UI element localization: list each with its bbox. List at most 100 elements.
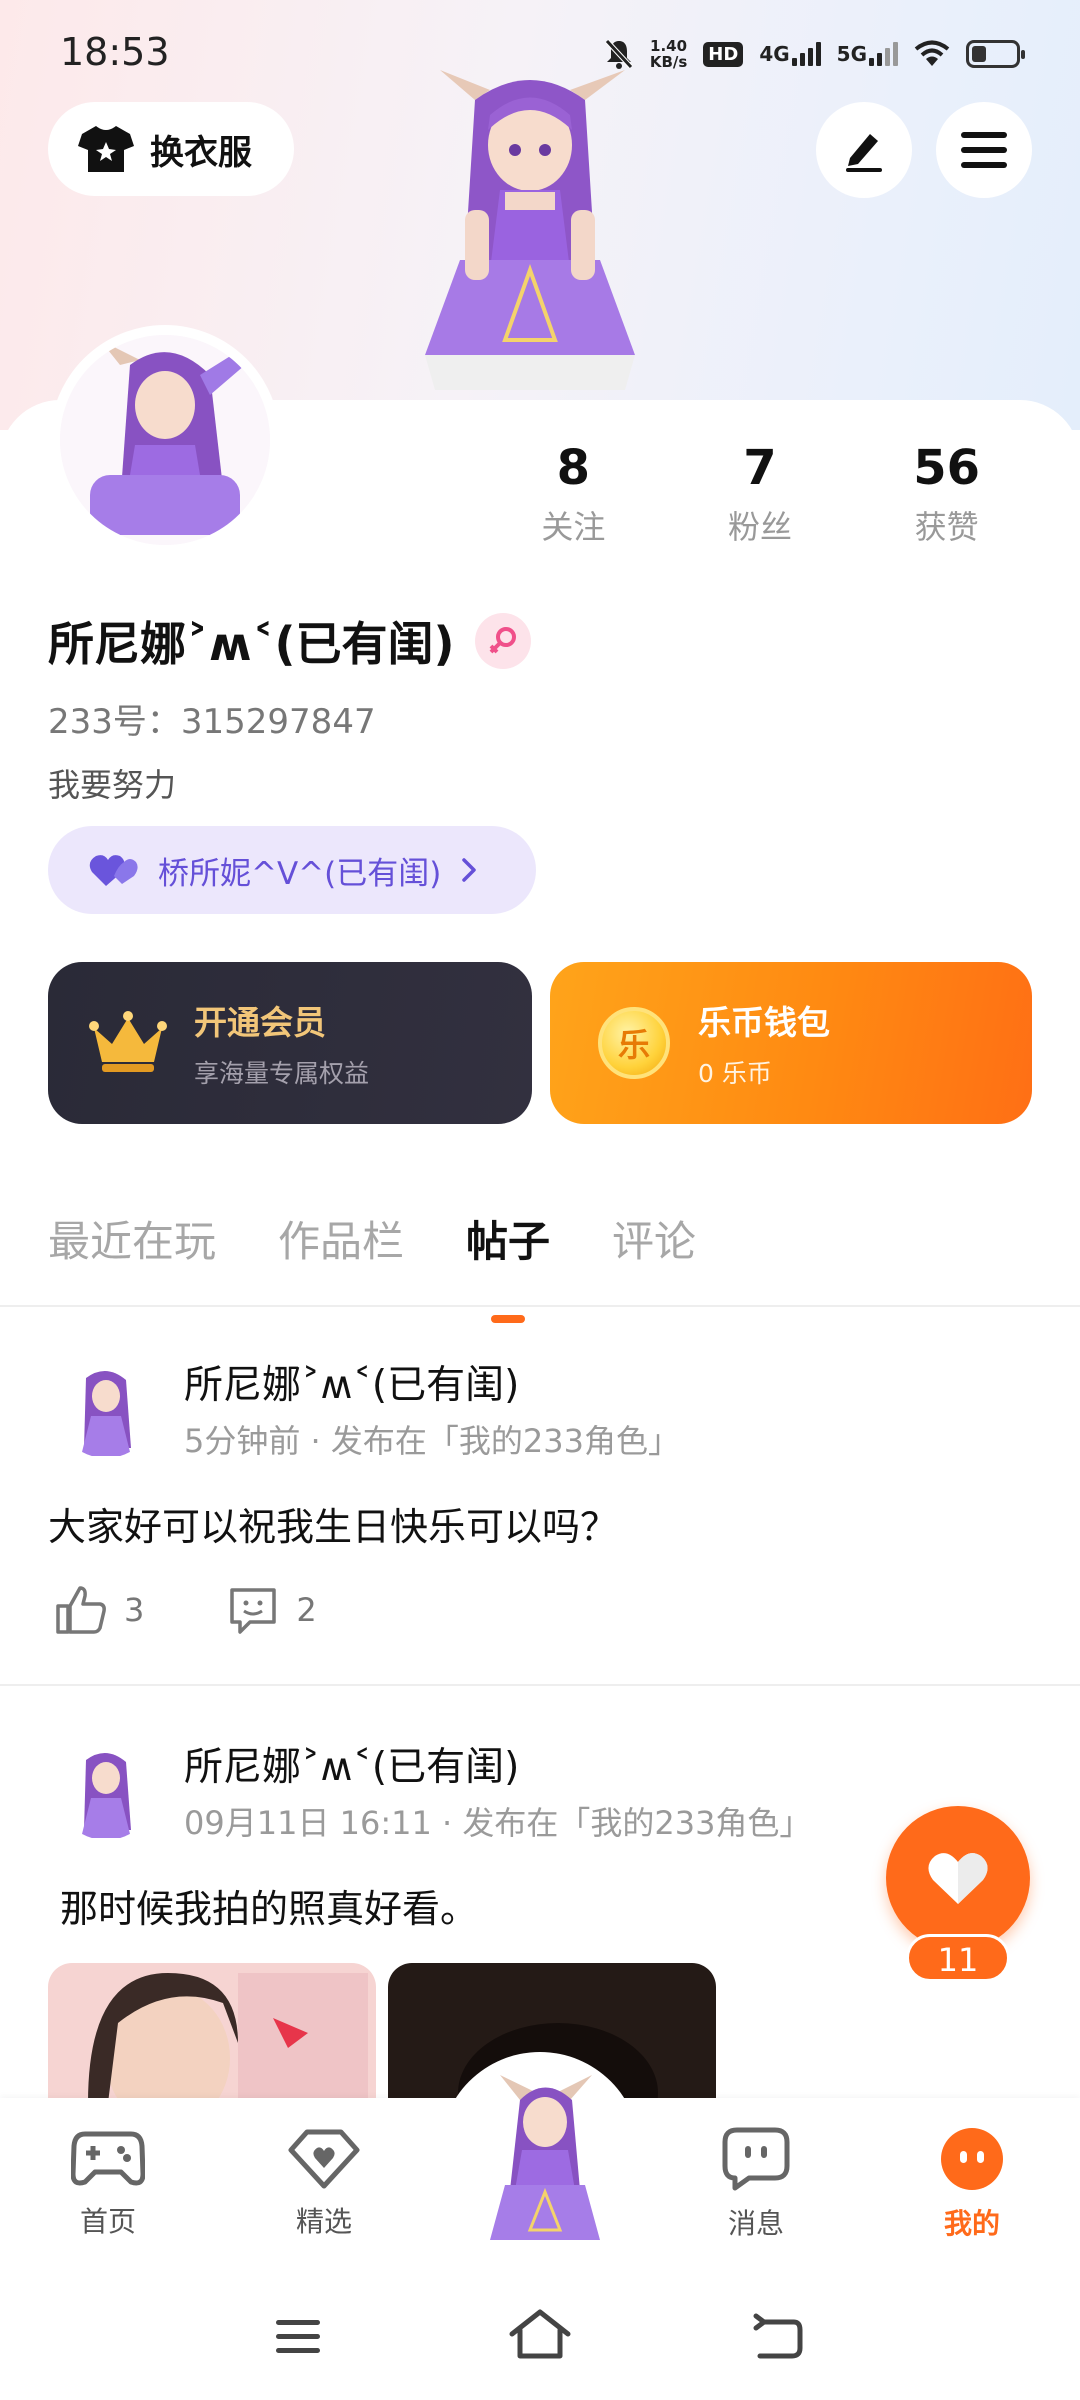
double-heart-icon (89, 855, 138, 886)
stat-fans-label: 粉丝 (728, 508, 793, 546)
female-gender-badge (474, 613, 531, 669)
relationship-pill[interactable]: 桥所妮^V^(已有闺) (48, 826, 536, 914)
mute-bell-icon (604, 39, 633, 69)
active-tab-indicator (491, 1315, 526, 1323)
post-author-name: 所尼娜˃ʍ˂(已有闺) (184, 1363, 520, 1408)
nav-messages-label: 消息 (727, 2207, 784, 2240)
post-author-row[interactable]: 所尼娜˃ʍ˂(已有闺) 5分钟前 · 发布在「我的233角色」 (56, 1354, 680, 1462)
comment-count: 2 (296, 1591, 317, 1629)
signal-4g: 4G (759, 42, 821, 66)
stat-likes-label: 获赞 (914, 508, 979, 546)
shirt-icon (78, 126, 134, 172)
wallet-card[interactable]: 乐 乐币钱包 0 乐币 (550, 962, 1032, 1124)
stat-likes-count: 56 (913, 440, 981, 496)
stat-following-count: 8 (556, 440, 591, 496)
post-meta: 所尼娜˃ʍ˂(已有闺) 5分钟前 · 发布在「我的233角色」 (184, 1354, 680, 1462)
edit-profile-button[interactable] (816, 102, 912, 198)
nav-center-avatar[interactable] (480, 2070, 610, 2250)
hero-character-avatar[interactable] (380, 70, 680, 400)
stat-fans[interactable]: 7 粉丝 (667, 440, 854, 548)
change-outfit-button[interactable]: 换衣服 (48, 102, 294, 196)
wallet-balance: 0 乐币 (698, 1059, 772, 1088)
nav-me[interactable]: 我的 (912, 2126, 1032, 2242)
comment-icon[interactable] (226, 1584, 280, 1636)
signal-5g-label: 5G (836, 42, 867, 66)
wifi-icon (914, 40, 950, 66)
crown-icon (89, 1011, 167, 1072)
avatar-image (60, 335, 270, 545)
home-icon[interactable] (508, 2308, 572, 2360)
system-navigation-bar (0, 2278, 1080, 2400)
profile-tabs: 最近在玩 作品栏 帖子 评论 (48, 1208, 696, 1323)
hamburger-menu-icon (961, 132, 1007, 168)
relationship-label: 桥所妮^V^(已有闺) (158, 855, 442, 892)
post-author-row[interactable]: 所尼娜˃ʍ˂(已有闺) 09月11日 16:11 · 发布在「我的233角色」 (56, 1736, 811, 1844)
stat-following[interactable]: 8 关注 (480, 440, 667, 548)
tab-works[interactable]: 作品栏 (278, 1208, 404, 1269)
recent-apps-icon[interactable] (274, 2316, 322, 2356)
like-fab-button[interactable] (886, 1806, 1030, 1950)
face-icon (941, 2128, 1003, 2190)
like-count: 3 (124, 1591, 145, 1629)
stat-fans-count: 7 (743, 440, 777, 496)
post-content[interactable]: 大家好可以祝我生日快乐可以吗？ (48, 1496, 618, 1551)
nav-me-label: 我的 (943, 2207, 1000, 2240)
user-bio: 我要努力 (48, 766, 177, 804)
post-photo[interactable] (48, 1963, 376, 2103)
post-timestamp: 5分钟前 · 发布在「我的233角色」 (184, 1422, 680, 1460)
heart-icon (928, 1853, 988, 1904)
vip-membership-card[interactable]: 开通会员 享海量专属权益 (48, 962, 532, 1124)
nav-home[interactable]: 首页 (48, 2126, 168, 2240)
profile-stats: 8 关注 7 粉丝 56 获赞 (480, 440, 1040, 548)
network-speed: 1.40 KB/s (650, 38, 687, 70)
gamepad-icon (70, 2131, 146, 2186)
back-icon[interactable] (752, 2312, 804, 2360)
post-author-name: 所尼娜˃ʍ˂(已有闺) (184, 1745, 520, 1790)
tab-recently-played[interactable]: 最近在玩 (48, 1208, 216, 1269)
chevron-right-icon (462, 858, 477, 882)
post-author-avatar[interactable] (56, 1740, 156, 1840)
tabs-divider (0, 1305, 1080, 1307)
tab-posts-label: 帖子 (466, 1217, 551, 1266)
signal-bars-icon (791, 42, 821, 66)
post-timestamp: 09月11日 16:11 · 发布在「我的233角色」 (184, 1804, 812, 1842)
heart-shield-icon (288, 2129, 360, 2189)
username-row: 所尼娜˃ʍ˂(已有闺) (48, 608, 531, 674)
net-speed-value: 1.40 (650, 37, 688, 55)
nav-home-label: 首页 (79, 2205, 136, 2238)
battery-icon (966, 40, 1025, 68)
tab-comments[interactable]: 评论 (612, 1208, 696, 1269)
post-meta: 所尼娜˃ʍ˂(已有闺) 09月11日 16:11 · 发布在「我的233角色」 (184, 1736, 811, 1844)
change-outfit-label: 换衣服 (150, 132, 252, 173)
pen-icon (846, 134, 882, 172)
thumbs-up-icon[interactable] (54, 1584, 108, 1636)
vip-text: 开通会员 享海量专属权益 (194, 996, 369, 1090)
username: 所尼娜˃ʍ˂(已有闺) (48, 617, 455, 671)
like-fab-count: 11 (906, 1934, 1010, 1982)
vip-subtitle: 享海量专属权益 (194, 1059, 370, 1088)
signal-5g: 5G (837, 42, 898, 66)
chat-bubble-icon (722, 2127, 790, 2191)
post-actions: 3 2 (54, 1584, 317, 1636)
stat-likes[interactable]: 56 获赞 (853, 440, 1040, 548)
hd-voice-badge: HD (703, 41, 744, 67)
female-symbol-icon (489, 627, 516, 654)
tab-posts[interactable]: 帖子 (466, 1208, 551, 1323)
nav-messages[interactable]: 消息 (696, 2126, 816, 2242)
post-author-avatar[interactable] (56, 1358, 156, 1458)
menu-button[interactable] (936, 102, 1032, 198)
profile-avatar[interactable] (50, 325, 280, 555)
net-speed-unit: KB/s (649, 53, 688, 71)
status-time: 18:53 (60, 30, 170, 74)
vip-title: 开通会员 (194, 1003, 326, 1042)
post-separator (0, 1684, 1080, 1686)
wallet-title: 乐币钱包 (698, 1003, 830, 1042)
signal-4g-label: 4G (759, 42, 790, 66)
signal-bars-icon (869, 42, 898, 66)
coin-icon: 乐 (598, 1007, 670, 1079)
nav-featured[interactable]: 精选 (264, 2126, 384, 2240)
nav-featured-label: 精选 (295, 2205, 352, 2238)
post-content[interactable]: 那时候我拍的照真好看。 (60, 1878, 478, 1933)
stat-following-label: 关注 (541, 508, 606, 546)
user-id: 233号：315297847 (48, 702, 376, 742)
